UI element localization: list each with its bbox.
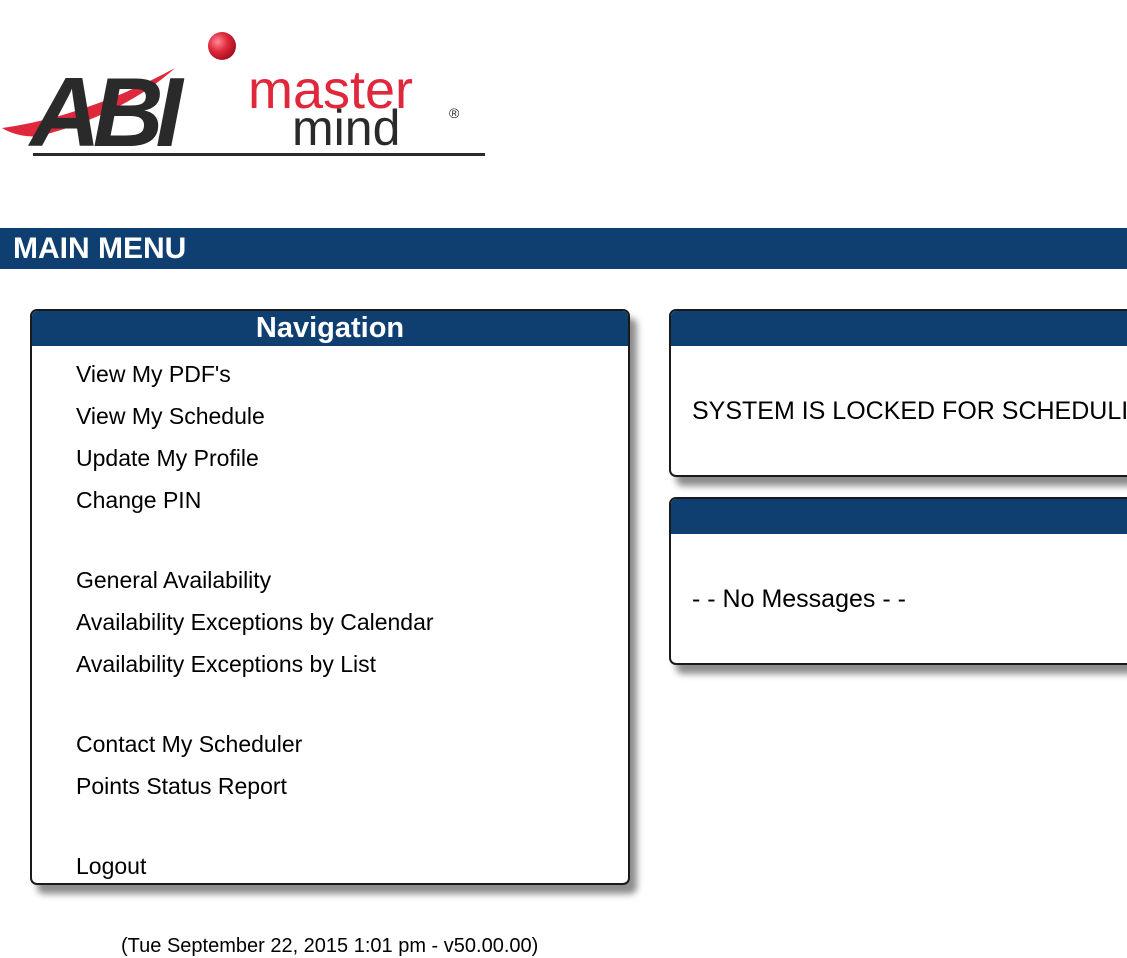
messages-panel-header: [671, 499, 1127, 534]
logo-brand-text: ABI: [27, 57, 185, 163]
system-status-text: SYSTEM IS LOCKED FOR SCHEDULING: [692, 397, 1127, 425]
footer-timestamp-version: (Tue September 22, 2015 1:01 pm - v50.00…: [121, 935, 539, 957]
nav-link-general-availability[interactable]: General Availability: [76, 559, 434, 601]
page: ABI master mind ® MAIN MENU Navigation V…: [0, 0, 1127, 958]
nav-link-view-my-schedule[interactable]: View My Schedule: [76, 395, 434, 437]
messages-panel: - - No Messages - -: [669, 497, 1127, 665]
nav-spacer: [76, 807, 434, 845]
nav-link-contact-my-scheduler[interactable]: Contact My Scheduler: [76, 723, 434, 765]
nav-spacer: [76, 685, 434, 723]
nav-spacer: [76, 521, 434, 559]
navigation-panel: Navigation View My PDF's View My Schedul…: [30, 309, 630, 885]
page-title: MAIN MENU: [13, 232, 187, 265]
logo-word-mind: mind: [292, 100, 400, 156]
navigation-list: View My PDF's View My Schedule Update My…: [76, 353, 434, 883]
system-status-panel: SYSTEM IS LOCKED FOR SCHEDULING: [669, 309, 1127, 477]
abi-mastermind-logo: ABI master mind ®: [0, 28, 500, 163]
nav-link-availability-exceptions-list[interactable]: Availability Exceptions by List: [76, 643, 434, 685]
logo-registered-mark: ®: [449, 105, 460, 121]
messages-text: - - No Messages - -: [692, 585, 906, 613]
nav-link-logout[interactable]: Logout: [76, 845, 434, 883]
nav-link-points-status-report[interactable]: Points Status Report: [76, 765, 434, 807]
main-menu-bar: MAIN MENU: [0, 228, 1127, 269]
nav-link-view-my-pdfs[interactable]: View My PDF's: [76, 353, 434, 395]
nav-link-update-my-profile[interactable]: Update My Profile: [76, 437, 434, 479]
system-status-panel-header: [671, 311, 1127, 346]
nav-link-change-pin[interactable]: Change PIN: [76, 479, 434, 521]
navigation-panel-header: Navigation: [32, 311, 628, 346]
nav-link-availability-exceptions-calendar[interactable]: Availability Exceptions by Calendar: [76, 601, 434, 643]
logo-graphic: ABI master mind ®: [2, 32, 485, 163]
